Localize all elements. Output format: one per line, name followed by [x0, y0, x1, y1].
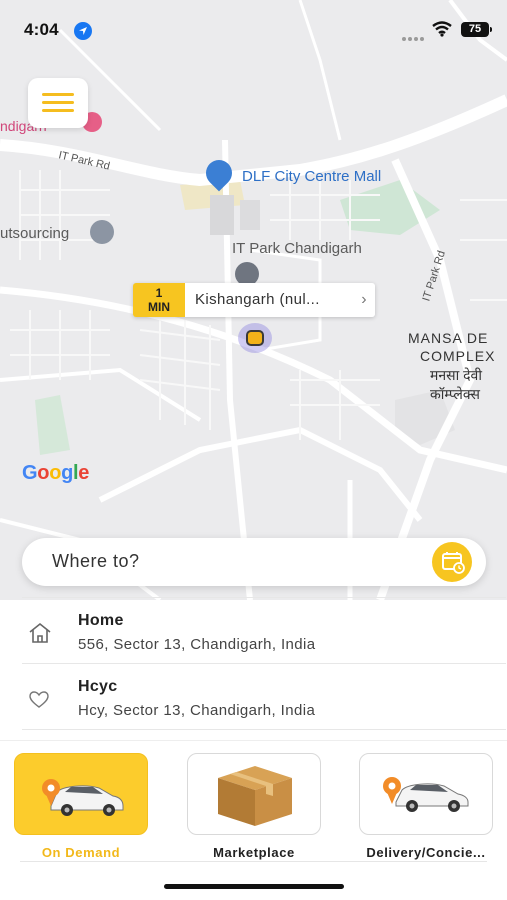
car-icon	[383, 777, 469, 812]
service-tile	[359, 753, 493, 835]
map-label-dlf-mall[interactable]: DLF City Centre Mall	[242, 168, 381, 185]
saved-place-home[interactable]: Home 556, Sector 13, Chandigarh, India	[22, 598, 506, 664]
signal-dots-icon	[402, 28, 426, 46]
saved-place-favorite[interactable]: Hcyc Hcy, Sector 13, Chandigarh, India	[22, 664, 506, 730]
place-title: Hcyc	[78, 678, 118, 695]
service-tile	[187, 753, 321, 835]
heart-icon	[29, 691, 49, 708]
google-logo: Google	[22, 462, 90, 484]
map-label-mansa-1: MANSA DE	[408, 330, 489, 346]
place-title: Home	[78, 612, 124, 629]
where-to-search[interactable]: Where to?	[22, 538, 486, 586]
battery-icon: 75	[461, 22, 492, 37]
box-icon	[218, 766, 292, 826]
eta-unit: MIN	[148, 300, 170, 314]
service-marketplace[interactable]: Marketplace	[187, 753, 321, 860]
car-location-marker	[238, 323, 272, 353]
landmark-icon	[90, 220, 114, 244]
hamburger-line	[42, 93, 74, 96]
service-label: On Demand	[41, 845, 121, 860]
chevron-right-icon: ›	[361, 291, 367, 308]
pickup-place: Kishangarh (nul... ›	[185, 283, 375, 317]
map-label-mansa-2: COMPLEX	[420, 348, 496, 364]
where-to-label: Where to?	[52, 551, 140, 571]
service-on-demand[interactable]: On Demand	[14, 753, 148, 860]
car-icon	[42, 779, 124, 816]
schedule-ride-button[interactable]	[432, 542, 472, 582]
service-tile	[14, 753, 148, 835]
map-label-it-park[interactable]: IT Park Chandigarh	[232, 240, 362, 257]
calendar-icon	[442, 552, 465, 574]
place-address: Hcy, Sector 13, Chandigarh, India	[78, 702, 316, 719]
status-time: 4:04	[24, 20, 59, 39]
hamburger-line	[42, 109, 74, 112]
eta-value: 1	[155, 286, 163, 300]
map-label-outsourcing: utsourcing	[0, 225, 70, 242]
location-arrow-icon	[74, 22, 92, 40]
menu-button[interactable]	[28, 78, 88, 128]
wifi-icon	[432, 21, 452, 37]
home-indicator[interactable]	[164, 884, 344, 889]
service-selector: On Demand Marketplace Delivery/Concie...	[0, 740, 507, 864]
hamburger-line	[42, 101, 74, 104]
home-icon	[29, 622, 51, 643]
map-label-mansa-hi-1: मनसा देवी	[430, 367, 482, 383]
status-bar: 4:04 75	[0, 0, 507, 58]
place-address: 556, Sector 13, Chandigarh, India	[78, 636, 316, 653]
pickup-tooltip[interactable]: 1 MIN Kishangarh (nul... ›	[133, 283, 375, 317]
service-label: Marketplace	[213, 845, 295, 860]
service-delivery[interactable]: Delivery/Concie...	[359, 753, 493, 860]
app-screen: ndigarh IT Park Rd DLF City Centre Mall …	[0, 0, 507, 900]
pickup-place-label: Kishangarh (nul...	[195, 291, 320, 308]
saved-places-list: Home 556, Sector 13, Chandigarh, India H…	[22, 597, 506, 730]
eta-badge: 1 MIN	[133, 283, 185, 317]
service-label: Delivery/Concie...	[366, 845, 486, 860]
map-label-mansa-hi-2: कॉम्प्लेक्स	[430, 386, 480, 402]
